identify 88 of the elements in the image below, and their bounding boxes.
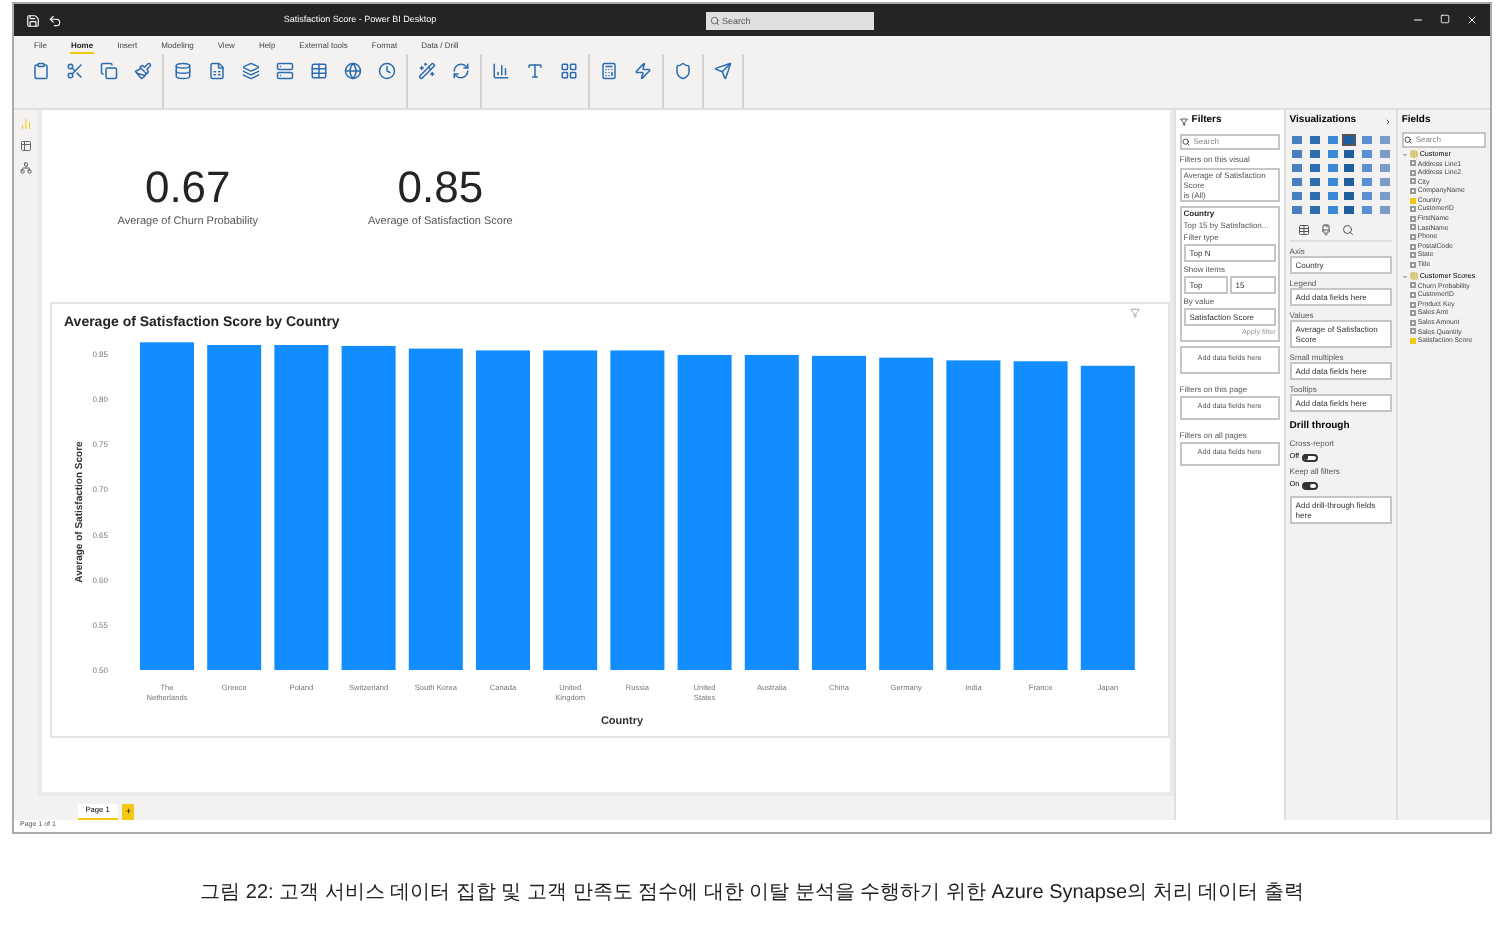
visual-type-icon[interactable]: [1341, 203, 1356, 215]
visual-type-icon[interactable]: [1289, 189, 1304, 201]
field-checkbox[interactable]: [1409, 160, 1416, 167]
refresh-icon[interactable]: [452, 62, 470, 80]
visual-type-icon[interactable]: [1341, 147, 1356, 159]
visual-type-icon[interactable]: [1358, 161, 1373, 173]
visual-type-icon[interactable]: [1341, 189, 1356, 201]
visual-type-icon[interactable]: [1306, 133, 1321, 145]
field-checkbox[interactable]: [1409, 197, 1416, 204]
shield-icon[interactable]: [674, 62, 692, 80]
grid-icon[interactable]: [560, 62, 578, 80]
globe-icon[interactable]: [344, 62, 362, 80]
visual-type-icon[interactable]: [1324, 189, 1339, 201]
save-icon[interactable]: [26, 13, 40, 27]
field-checkbox[interactable]: [1409, 337, 1416, 344]
visual-type-icon[interactable]: [1324, 133, 1339, 145]
field-checkbox[interactable]: [1409, 319, 1416, 326]
field-checkbox[interactable]: [1409, 328, 1416, 335]
visual-type-icon[interactable]: [1324, 161, 1339, 173]
clock-icon[interactable]: [378, 62, 396, 80]
data-view-icon[interactable]: [19, 140, 32, 152]
visual-type-icon[interactable]: [1341, 175, 1356, 187]
lightning-icon[interactable]: [634, 62, 652, 80]
text-icon[interactable]: [526, 62, 544, 80]
model-view-icon[interactable]: [19, 162, 32, 174]
visual-type-icon[interactable]: [1289, 175, 1304, 187]
visual-type-icon[interactable]: [1289, 203, 1304, 215]
field-checkbox[interactable]: [1409, 206, 1416, 213]
spreadsheet-icon[interactable]: [208, 62, 226, 80]
visual-type-icon[interactable]: [1289, 133, 1304, 145]
layers-icon[interactable]: [242, 62, 260, 80]
field-checkbox[interactable]: [1409, 178, 1416, 185]
field-checkbox[interactable]: [1409, 301, 1416, 308]
field-checkbox[interactable]: [1409, 252, 1416, 259]
card-value: 0.67: [144, 162, 231, 214]
send-icon[interactable]: [714, 62, 732, 80]
visual-type-icon[interactable]: [1358, 133, 1373, 145]
server-icon[interactable]: [276, 62, 294, 80]
clipboard-icon[interactable]: [32, 62, 50, 80]
visual-type-icon[interactable]: [1358, 203, 1373, 215]
visual-type-icon[interactable]: [1324, 175, 1339, 187]
filter-icon: [1179, 117, 1188, 126]
figure-caption: 그림 22: 고객 서비스 데이터 집합 및 고객 만족도 점수에 대한 이탈 분석을 수행하기 위한 Azure Synapse의 처리 데이터 출력: [200, 880, 1304, 908]
visual-type-icon[interactable]: [1358, 147, 1373, 159]
format-tab-icon[interactable]: [1319, 223, 1332, 235]
visual-type-icon[interactable]: [1358, 189, 1373, 201]
visual-type-icon[interactable]: [1324, 203, 1339, 215]
field-checkbox[interactable]: [1409, 169, 1416, 176]
filter-icon[interactable]: [1129, 308, 1140, 318]
visual-type-icon[interactable]: [1306, 161, 1321, 173]
calculator-icon[interactable]: [600, 62, 618, 80]
visual-type-icon[interactable]: [1306, 147, 1321, 159]
scissors-icon[interactable]: [66, 62, 84, 80]
visual-type-icon[interactable]: [1306, 203, 1321, 215]
visual-type-icon[interactable]: [1358, 175, 1373, 187]
maximize-icon[interactable]: [1440, 14, 1450, 24]
toggle-switch[interactable]: [1301, 482, 1318, 491]
field-checkbox[interactable]: [1409, 188, 1416, 195]
search-icon: [710, 15, 720, 25]
visual-type-icon[interactable]: [1341, 161, 1356, 173]
visual-type-icon[interactable]: [1306, 189, 1321, 201]
visual-type-icon[interactable]: [1289, 147, 1304, 159]
field-checkbox[interactable]: [1409, 282, 1416, 289]
search-icon: [1404, 135, 1413, 143]
wand-icon[interactable]: [418, 62, 436, 80]
undo-icon[interactable]: [48, 13, 62, 27]
search-icon: [1182, 137, 1191, 145]
visual-type-icon[interactable]: [1324, 147, 1339, 159]
card-value: 0.85: [397, 162, 484, 214]
analytics-tab-icon[interactable]: [1341, 223, 1354, 235]
field-checkbox[interactable]: [1409, 243, 1416, 250]
field-checkbox[interactable]: [1409, 215, 1416, 222]
visual-type-icon[interactable]: [1306, 175, 1321, 187]
bar-chart-icon[interactable]: [492, 62, 510, 80]
field-checkbox[interactable]: [1409, 310, 1416, 317]
paintbrush-icon[interactable]: [134, 62, 152, 80]
field-checkbox[interactable]: [1409, 224, 1416, 231]
database-icon[interactable]: [174, 62, 192, 80]
field-checkbox[interactable]: [1409, 234, 1416, 241]
visual-type-icon[interactable]: [1341, 133, 1356, 145]
close-icon[interactable]: [1466, 14, 1478, 26]
field-checkbox[interactable]: [1409, 261, 1416, 268]
minimize-icon[interactable]: [1412, 14, 1424, 26]
toggle-switch[interactable]: [1301, 453, 1318, 462]
copy-icon[interactable]: [100, 62, 118, 80]
field-checkbox[interactable]: [1409, 292, 1416, 299]
visual-type-icon[interactable]: [1289, 161, 1304, 173]
fields-tab-icon[interactable]: [1297, 223, 1310, 235]
